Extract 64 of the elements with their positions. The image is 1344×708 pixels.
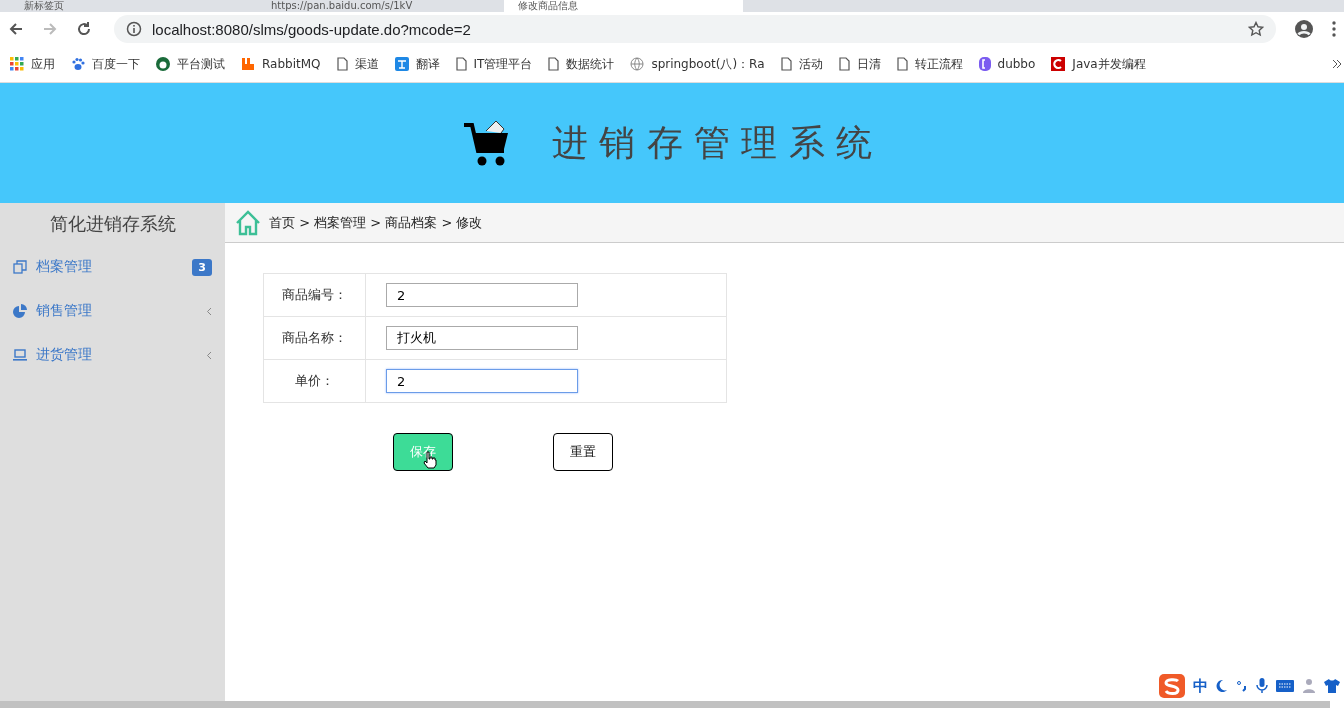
more-icon[interactable] xyxy=(1332,21,1336,37)
bracket-logo-icon xyxy=(978,57,991,71)
bookmark[interactable]: 平台测试 xyxy=(156,55,225,73)
page-icon xyxy=(548,57,560,71)
address-bar[interactable]: localhost:8080/slms/goods-update.do?mcode=2 xyxy=(114,15,1276,43)
chevron-left-icon xyxy=(206,306,212,316)
sidebar-title: 简化进销存系统 xyxy=(48,212,177,236)
input-field[interactable]: 2 xyxy=(386,369,578,393)
browser-tab[interactable]: 新标签页 xyxy=(10,0,249,12)
input-field[interactable]: 打火机 xyxy=(386,326,578,350)
count-badge: 3 xyxy=(192,258,212,276)
sidebar-item[interactable]: 档案管理 3 xyxy=(0,245,225,289)
bookmark[interactable]: 应用 xyxy=(10,55,55,73)
bookmark[interactable]: 百度一下 xyxy=(71,55,140,73)
laptop-icon xyxy=(13,348,27,362)
punctuation-icon[interactable] xyxy=(1236,679,1248,693)
c-logo-icon xyxy=(1051,57,1066,71)
reload-icon[interactable] xyxy=(76,21,92,37)
ime-mode[interactable]: 中 xyxy=(1193,676,1208,696)
page-icon xyxy=(780,57,792,71)
bookmark[interactable]: 翻译 xyxy=(394,55,440,73)
bookmark[interactable]: IT管理平台 xyxy=(455,55,533,73)
bookmark[interactable]: 转正流程 xyxy=(896,55,963,73)
overflow-chevron-icon[interactable] xyxy=(1332,59,1342,69)
bookmark[interactable]: dubbo xyxy=(978,57,1036,71)
pie-chart-icon xyxy=(13,304,27,318)
chevron-left-icon xyxy=(206,350,212,360)
translate-icon xyxy=(394,57,409,71)
field-label: 商品名称： xyxy=(263,316,366,360)
bookmark[interactable]: 活动 xyxy=(780,55,823,73)
bookmark[interactable]: 渠道 xyxy=(336,55,379,73)
round-logo-icon xyxy=(156,57,170,71)
account-icon[interactable] xyxy=(1294,19,1314,39)
input-field[interactable]: 2 xyxy=(386,283,578,307)
field-label: 商品编号： xyxy=(263,273,366,317)
bookmark[interactable]: springboot(八)：Ra xyxy=(630,55,765,73)
apps-grid-icon xyxy=(10,57,24,71)
horizontal-scrollbar[interactable] xyxy=(0,701,1330,708)
star-icon[interactable] xyxy=(1248,21,1264,37)
page-icon xyxy=(336,57,348,71)
browser-tab[interactable]: https://pan.baidu.com/s/1kV xyxy=(257,0,496,12)
browser-tab[interactable]: 修改商品信息 xyxy=(504,0,743,12)
bookmark[interactable]: Java并发编程 xyxy=(1051,55,1146,73)
page-icon xyxy=(455,57,467,71)
reset-button[interactable]: 重置 xyxy=(553,433,613,471)
bookmark[interactable]: RabbitMQ xyxy=(241,57,321,71)
bookmark[interactable]: 日清 xyxy=(838,55,881,73)
rabbit-logo-icon xyxy=(241,57,255,71)
paw-icon xyxy=(71,57,85,71)
page-icon xyxy=(838,57,850,71)
field-label: 单价： xyxy=(263,359,366,403)
back-icon[interactable] xyxy=(8,21,24,37)
s-logo-icon[interactable] xyxy=(1159,674,1185,698)
globe-icon xyxy=(630,57,645,71)
keyboard-icon[interactable] xyxy=(1276,680,1294,692)
breadcrumb: 首页 > 档案管理 > 商品档案 > 修改 xyxy=(269,213,483,232)
system-title: 进 销 存 管 理 系 统 xyxy=(551,120,874,165)
info-icon[interactable] xyxy=(126,21,142,37)
shirt-icon[interactable] xyxy=(1324,679,1340,693)
page-icon xyxy=(896,57,908,71)
microphone-icon[interactable] xyxy=(1256,678,1268,694)
copy-icon xyxy=(13,260,27,274)
moon-icon[interactable] xyxy=(1216,679,1228,693)
bookmark[interactable]: 数据统计 xyxy=(548,55,615,73)
